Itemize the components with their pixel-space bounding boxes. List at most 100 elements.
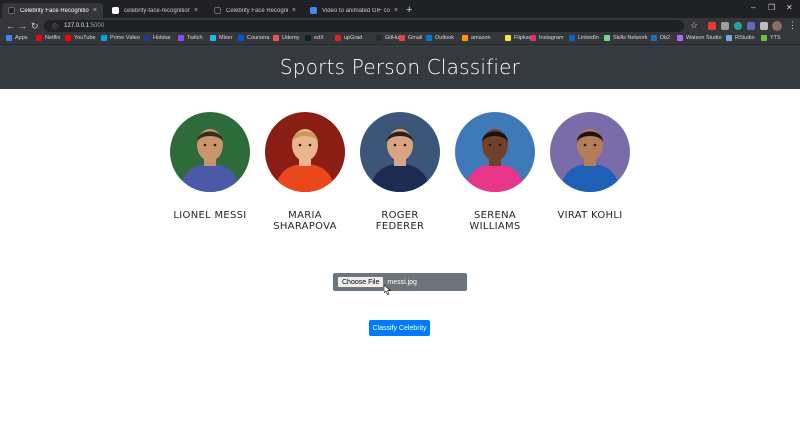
- tab-title: Celebrity Face Recognition: [20, 7, 89, 14]
- bookmark-favicon-icon: [761, 35, 767, 41]
- browser-menu-icon[interactable]: ⋮: [788, 20, 797, 31]
- extension-icon[interactable]: [734, 22, 742, 30]
- bookmark-favicon-icon: [726, 35, 732, 41]
- bookmark-yts[interactable]: YTS: [761, 35, 781, 41]
- bookmark-favicon-icon: [305, 35, 311, 41]
- close-window-icon[interactable]: ✕: [786, 3, 793, 12]
- browser-toolbar: ← → ↻ ⓘ 127.0.0.1:5000 ☆ ⋮: [0, 18, 800, 34]
- bookmark-favicon-icon: [505, 35, 511, 41]
- bookmark-coursera[interactable]: Coursera: [238, 35, 270, 41]
- bookmark-favicon-icon: [65, 35, 71, 41]
- tab-github[interactable]: celebrity-face-recognition · GitH ×: [106, 3, 204, 18]
- bookmark-favicon-icon: [376, 35, 382, 41]
- bookmark-label: Watson Studio: [686, 35, 722, 41]
- bookmarks-bar: Apps Netflix YouTube Prime Video Hotstar Twit…: [0, 34, 800, 45]
- tab-video-to-gif[interactable]: Video to animated GIF converter ×: [304, 3, 404, 18]
- profile-avatar[interactable]: [772, 21, 782, 31]
- bookmark-youtube[interactable]: YouTube: [65, 35, 96, 41]
- site-info-icon[interactable]: ⓘ: [52, 22, 58, 31]
- tab-title: celebrity-face-recognition · GitH: [124, 7, 190, 14]
- bookmark-favicon-icon: [569, 35, 575, 41]
- bookmark-favicon-icon: [604, 35, 610, 41]
- bookmark-star-icon[interactable]: ☆: [690, 20, 698, 31]
- bookmark-prime-video[interactable]: Prime Video: [101, 35, 140, 41]
- minimize-icon[interactable]: –: [751, 3, 755, 12]
- bookmark-label: amazon: [471, 35, 491, 41]
- maximize-icon[interactable]: ❐: [768, 3, 775, 12]
- bookmark-label: Skills Network: [613, 35, 648, 41]
- web-page: Sports Person Classifier LIONEL MESSI MAR…: [0, 45, 800, 437]
- tab-favicon-icon: [8, 7, 15, 14]
- tab-celebrity-face-recognition-2[interactable]: Celebrity Face Recognition ×: [208, 3, 302, 18]
- github-favicon-icon: [112, 7, 119, 14]
- bookmark-rstudio[interactable]: RStudio: [726, 35, 755, 41]
- celebrity-photo: [265, 112, 345, 192]
- forward-icon[interactable]: →: [18, 20, 27, 32]
- tab-favicon-icon: [310, 7, 317, 14]
- bookmark-watson-studio[interactable]: Watson Studio: [677, 35, 722, 41]
- bookmark-outlook[interactable]: Outlook: [426, 35, 454, 41]
- tab-favicon-icon: [214, 7, 221, 14]
- bookmark-label: Instagram: [539, 35, 564, 41]
- bookmark-favicon-icon: [335, 35, 341, 41]
- celebrity-photo: [550, 112, 630, 192]
- bookmark-edx[interactable]: edX: [305, 35, 324, 41]
- bookmark-db2[interactable]: Db2: [651, 35, 670, 41]
- tab-close-icon[interactable]: ×: [194, 7, 198, 14]
- extension-icon[interactable]: [708, 22, 716, 30]
- extension-icon[interactable]: [721, 22, 729, 30]
- bookmark-label: Hotstar: [153, 35, 171, 41]
- celebrity-card: VIRAT KOHLI: [550, 112, 630, 221]
- classify-celebrity-button[interactable]: Classify Celebrity: [369, 320, 430, 336]
- bookmark-favicon-icon: [530, 35, 536, 41]
- tab-title: Celebrity Face Recognition: [226, 7, 288, 14]
- bookmark-skills-network[interactable]: Skills Network: [604, 35, 648, 41]
- tab-close-icon[interactable]: ×: [292, 7, 296, 14]
- bookmark-mixer[interactable]: Mixer: [210, 35, 232, 41]
- bookmark-instagram[interactable]: Instagram: [530, 35, 563, 41]
- address-port: :5000: [89, 23, 105, 29]
- bookmark-favicon-icon: [144, 35, 150, 41]
- celebrity-photo: [455, 112, 535, 192]
- choose-file-button[interactable]: Choose File: [337, 276, 385, 288]
- bookmark-favicon-icon: [36, 35, 42, 41]
- address-host: 127.0.0.1: [64, 23, 90, 29]
- bookmark-label: Netflix: [45, 35, 61, 41]
- tab-close-icon[interactable]: ×: [93, 7, 97, 14]
- file-input[interactable]: Choose File messi.jpg: [333, 273, 467, 291]
- tab-strip: Celebrity Face Recognition × celebrity-f…: [0, 0, 800, 18]
- new-tab-button[interactable]: +: [406, 3, 412, 17]
- bookmark-linkedin[interactable]: LinkedIn: [569, 35, 599, 41]
- bookmark-favicon-icon: [101, 35, 107, 41]
- bookmark-amazon[interactable]: amazon: [462, 35, 491, 41]
- bookmark-gmail[interactable]: Gmail: [399, 35, 422, 41]
- bookmark-apps[interactable]: Apps: [6, 35, 28, 41]
- extensions-puzzle-icon[interactable]: [760, 22, 768, 30]
- page-title: Sports Person Classifier: [279, 55, 521, 79]
- reload-icon[interactable]: ↻: [31, 20, 39, 32]
- extension-icon[interactable]: [747, 22, 755, 30]
- bookmark-label: Udemy: [282, 35, 300, 41]
- bookmark-hotstar[interactable]: Hotstar: [144, 35, 171, 41]
- bookmark-favicon-icon: [273, 35, 279, 41]
- browser-window: Celebrity Face Recognition × celebrity-f…: [0, 0, 800, 437]
- back-icon[interactable]: ←: [6, 20, 15, 32]
- bookmark-udemy[interactable]: Udemy: [273, 35, 299, 41]
- bookmark-label: YTS: [770, 35, 781, 41]
- mouse-cursor-icon: [384, 285, 392, 295]
- bookmark-favicon-icon: [399, 35, 405, 41]
- bookmark-netflix[interactable]: Netflix: [36, 35, 60, 41]
- tab-close-icon[interactable]: ×: [394, 7, 398, 14]
- bookmark-label: edX: [314, 35, 324, 41]
- tab-celebrity-face-recognition[interactable]: Celebrity Face Recognition ×: [2, 3, 103, 18]
- bookmark-label: YouTube: [74, 35, 96, 41]
- celebrity-card: ROGER FEDERER: [360, 112, 440, 232]
- bookmark-twitch[interactable]: Twitch: [178, 35, 203, 41]
- bookmark-favicon-icon: [6, 35, 12, 41]
- bookmark-favicon-icon: [210, 35, 216, 41]
- bookmark-favicon-icon: [651, 35, 657, 41]
- bookmark-flipkart[interactable]: Flipkart: [505, 35, 532, 41]
- celebrity-photo: [170, 112, 250, 192]
- bookmark-upgrad[interactable]: upGrad: [335, 35, 362, 41]
- address-bar[interactable]: ⓘ 127.0.0.1:5000: [44, 20, 684, 32]
